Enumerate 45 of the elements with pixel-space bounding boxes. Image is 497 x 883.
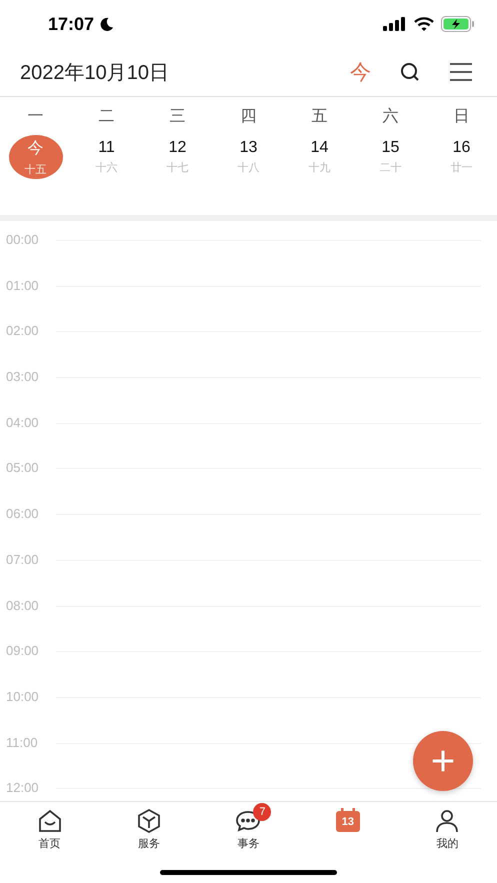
weekday-label: 三 [168,107,186,127]
chat-icon [235,808,262,834]
tab-item[interactable]: 7 事务 [225,803,272,851]
tab-item[interactable]: 服务 [126,803,172,851]
tab-item[interactable]: 首页 [26,803,73,851]
status-time: 17:07 [48,14,94,34]
signal-icon [383,17,407,31]
weekday-label: 六 [382,106,400,127]
hour-label: 11:00 [6,734,39,752]
hour-label: 07:00 [6,550,40,569]
weekday-label: 五 [310,107,328,127]
hour-label: 02:00 [6,322,40,340]
calendar-icon [334,808,361,834]
hour-label: 04:00 [6,414,40,432]
wifi-icon [414,17,434,31]
hour-label: 08:00 [6,596,40,614]
day-cell[interactable]: 16 廿一 [434,135,488,179]
hour-label: 12:00 [6,779,40,798]
tab-item[interactable]: 我的 [424,803,470,851]
day-cell[interactable]: 13 十八 [222,135,276,179]
person-icon [434,808,460,834]
hour-label: 01:00 [6,276,40,295]
envelope-icon [36,808,63,834]
hour-label: 05:00 [6,459,40,478]
search-icon [399,61,421,83]
cube-icon [136,808,162,834]
menu-icon [449,61,473,83]
weekday-label: 一 [26,107,44,127]
battery-icon [441,16,475,32]
unread-badge: 7 [253,803,272,821]
hour-label: 09:00 [6,642,40,660]
date-title: 2022年10月10日 [20,60,170,86]
hour-label: 03:00 [6,368,40,386]
calendar-date: 13 [340,816,356,828]
day-cell[interactable]: 11 十六 [80,135,134,179]
day-cell[interactable]: 14 十九 [292,135,346,179]
weekday-label: 二 [98,107,116,127]
hour-label: 06:00 [6,505,40,524]
hour-label: 10:00 [6,688,40,706]
day-cell[interactable]: 15 二十 [364,135,418,179]
weekday-label: 四 [240,107,258,127]
hour-label: 00:00 [6,231,40,249]
moon-icon [99,16,114,32]
day-cell[interactable]: 12 十七 [150,135,204,179]
weekday-label: 日 [452,107,470,127]
